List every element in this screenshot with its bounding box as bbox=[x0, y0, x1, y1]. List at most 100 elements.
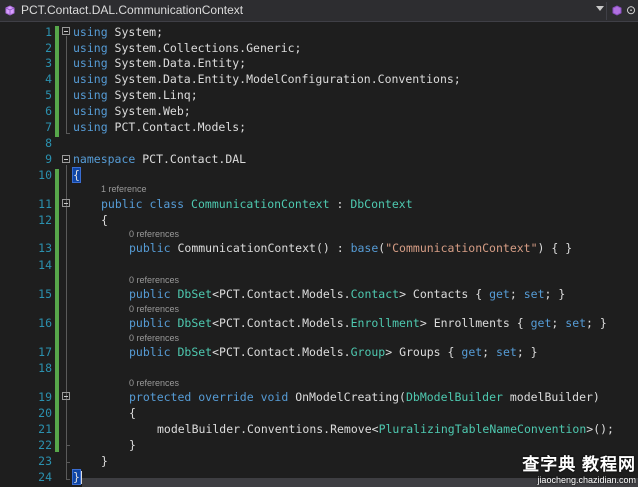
chevron-down-icon[interactable] bbox=[596, 6, 604, 11]
code-line[interactable]: public DbSet<PCT.Contact.Models.Group> G… bbox=[129, 346, 538, 359]
codelens-references[interactable]: 0 references bbox=[129, 333, 179, 343]
code-line[interactable]: protected override void OnModelCreating(… bbox=[129, 391, 600, 404]
change-bar-saved bbox=[55, 169, 59, 452]
keyword: set bbox=[496, 345, 517, 359]
line-number: 6 bbox=[45, 104, 52, 118]
code-line[interactable]: { bbox=[129, 407, 136, 420]
type-name: CommunicationContext bbox=[191, 197, 330, 211]
code-text: PCT.Contact.Models; bbox=[107, 120, 247, 134]
keyword: using bbox=[73, 120, 108, 134]
keyword: base bbox=[350, 241, 379, 255]
code-line[interactable]: } bbox=[129, 439, 136, 452]
code-line[interactable]: using PCT.Contact.Models; bbox=[73, 121, 246, 134]
class-icon bbox=[5, 5, 15, 16]
line-number: 15 bbox=[38, 287, 52, 301]
keyword: using bbox=[73, 25, 108, 39]
line-number: 17 bbox=[38, 345, 52, 359]
collapse-toggle[interactable] bbox=[62, 27, 70, 35]
code-line[interactable]: using System.Data.Entity; bbox=[73, 57, 246, 70]
code-text: PCT.Contact.DAL bbox=[135, 152, 247, 166]
line-number: 20 bbox=[38, 406, 52, 420]
code-text: CommunicationContext() : bbox=[170, 241, 351, 255]
codelens-references[interactable]: 0 references bbox=[129, 275, 179, 285]
code-line[interactable]: using System.Collections.Generic; bbox=[73, 42, 302, 55]
member-icon[interactable] bbox=[610, 4, 624, 18]
collapse-toggle[interactable] bbox=[62, 392, 70, 400]
code-text: ; } bbox=[544, 287, 566, 301]
outline-tick bbox=[66, 133, 70, 134]
line-number: 12 bbox=[38, 213, 52, 227]
watermark-title: 查字典 教程网 bbox=[522, 455, 636, 474]
code-line[interactable]: } bbox=[72, 469, 81, 485]
code-text: System; bbox=[107, 25, 164, 39]
code-line[interactable]: public DbSet<PCT.Contact.Models.Contact>… bbox=[129, 288, 565, 301]
code-line[interactable]: public CommunicationContext() : base("Co… bbox=[129, 242, 572, 255]
line-number: 18 bbox=[38, 361, 52, 375]
code-line[interactable]: public class CommunicationContext : DbCo… bbox=[101, 198, 413, 211]
code-line[interactable]: modelBuilder.Conventions.Remove<Pluraliz… bbox=[157, 423, 614, 436]
watermark-url: jiaocheng.chazidian.com bbox=[537, 475, 636, 485]
code-text: > Contacts { bbox=[399, 287, 490, 301]
keyword: public bbox=[101, 197, 143, 211]
codelens-references[interactable]: 1 reference bbox=[101, 184, 147, 194]
keyword: using bbox=[73, 41, 108, 55]
code-text: modelBuilder) bbox=[502, 390, 600, 404]
codelens-references[interactable]: 0 references bbox=[129, 304, 179, 314]
line-number: 9 bbox=[45, 152, 52, 166]
keyword: public bbox=[129, 241, 171, 255]
line-number: 22 bbox=[38, 438, 52, 452]
code-text: ; } bbox=[516, 345, 538, 359]
watermark: 查字典 教程网 jiaocheng.chazidian.com bbox=[522, 450, 636, 485]
keyword: using bbox=[73, 88, 108, 102]
line-number: 24 bbox=[38, 470, 52, 484]
code-line[interactable]: using System.Data.Entity.ModelConfigurat… bbox=[73, 73, 461, 86]
keyword: set bbox=[565, 316, 587, 330]
code-text: } bbox=[101, 454, 108, 468]
code-editor[interactable]: 1 2 3 4 5 6 7 8 9 10 11 12 13 14 15 16 1… bbox=[0, 22, 638, 487]
code-line[interactable]: using System.Linq; bbox=[73, 89, 198, 102]
keyword: public bbox=[129, 287, 171, 301]
type-dropdown[interactable]: PCT.Contact.DAL.CommunicationContext bbox=[21, 3, 243, 17]
collapse-toggle[interactable] bbox=[62, 155, 70, 163]
line-number: 13 bbox=[38, 241, 52, 255]
code-line[interactable]: { bbox=[72, 167, 81, 183]
line-number: 19 bbox=[38, 390, 52, 404]
codelens-references[interactable]: 0 references bbox=[129, 378, 179, 388]
keyword: protected bbox=[129, 390, 192, 404]
code-text: <PCT.Contact.Models. bbox=[212, 316, 351, 330]
code-line[interactable]: using System.Web; bbox=[73, 105, 191, 118]
member-dropdown[interactable]: ⊙ bbox=[626, 3, 636, 17]
code-text: ; bbox=[509, 287, 524, 301]
outline-tick bbox=[66, 462, 70, 463]
type-name: DbSet bbox=[177, 316, 213, 330]
code-text: <PCT.Contact.Models. bbox=[212, 345, 351, 359]
code-line[interactable]: using System; bbox=[73, 26, 163, 39]
type-name: DbContext bbox=[350, 197, 413, 211]
line-number: 8 bbox=[45, 136, 52, 150]
code-text: System.Collections.Generic; bbox=[107, 41, 302, 55]
matching-brace: { bbox=[72, 167, 81, 183]
code-text: > Groups { bbox=[385, 345, 462, 359]
line-number: 14 bbox=[38, 258, 52, 272]
outline-line bbox=[66, 36, 67, 134]
code-text: OnModelCreating( bbox=[288, 390, 406, 404]
keyword: using bbox=[73, 72, 108, 86]
line-number: 4 bbox=[45, 72, 52, 86]
keyword: override bbox=[198, 390, 254, 404]
code-line[interactable]: namespace PCT.Contact.DAL bbox=[73, 153, 246, 166]
navbar-separator bbox=[606, 2, 607, 20]
code-line[interactable]: } bbox=[101, 455, 108, 468]
type-name: DbModelBuilder bbox=[405, 390, 503, 404]
type-name: Enrollment bbox=[350, 316, 420, 330]
code-text: modelBuilder.Conventions.Remove< bbox=[157, 422, 379, 436]
code-text: System.Web; bbox=[107, 104, 191, 118]
type-name: Group bbox=[350, 345, 386, 359]
code-text: ; bbox=[551, 316, 566, 330]
code-line[interactable]: public DbSet<PCT.Contact.Models.Enrollme… bbox=[129, 317, 607, 330]
codelens-references[interactable]: 0 references bbox=[129, 229, 179, 239]
keyword: get bbox=[530, 316, 552, 330]
code-line[interactable]: { bbox=[101, 214, 108, 227]
code-text: { bbox=[101, 213, 108, 227]
collapse-toggle[interactable] bbox=[62, 199, 70, 207]
code-text: <PCT.Contact.Models. bbox=[212, 287, 351, 301]
